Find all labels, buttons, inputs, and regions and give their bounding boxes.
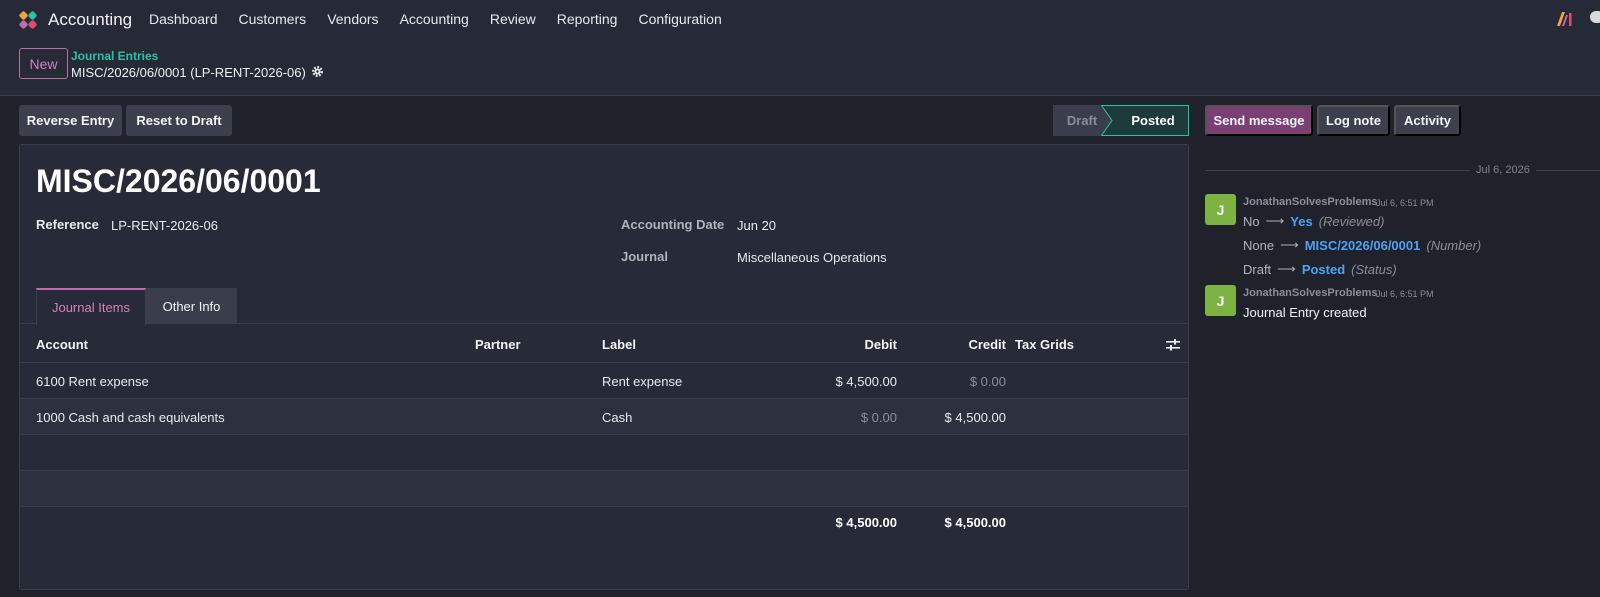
cell-account: 6100 Rent expense: [36, 374, 149, 389]
date-separator: Jul 6, 2026: [1470, 164, 1536, 176]
cell-label: Rent expense: [602, 374, 683, 389]
ai-icon[interactable]: [1556, 11, 1574, 27]
tab-journal-items[interactable]: Journal Items: [36, 288, 146, 325]
main-menu: Dashboard Customers Vendors Accounting R…: [149, 11, 743, 27]
date-separator-line: [1205, 170, 1600, 171]
notebook-tabs: Journal Items Other Info: [20, 288, 1188, 325]
log-note-button[interactable]: Log note: [1317, 105, 1390, 136]
tracking-old-value: Draft: [1243, 261, 1272, 277]
status-bar: Draft Posted: [1053, 105, 1189, 136]
reverse-entry-button[interactable]: Reverse Entry: [19, 105, 122, 136]
total-debit: $ 4,500.00: [835, 515, 897, 530]
avatar[interactable]: J: [1205, 194, 1236, 225]
reset-to-draft-button[interactable]: Reset to Draft: [126, 105, 232, 136]
tracking-line: No ⟶ Yes (Reviewed): [1243, 213, 1384, 229]
tracking-field: (Reviewed): [1318, 213, 1385, 229]
table-row[interactable]: 6100 Rent expense Rent expense $ 4,500.0…: [20, 363, 1188, 399]
reference-field[interactable]: LP-RENT-2026-06: [111, 218, 218, 233]
tab-other-info[interactable]: Other Info: [146, 288, 237, 324]
tracking-line: None ⟶ MISC/2026/06/0001 (Number): [1243, 237, 1481, 253]
send-message-button[interactable]: Send message: [1205, 105, 1313, 136]
reference-label: Reference: [36, 217, 99, 232]
app-name[interactable]: Accounting: [48, 10, 132, 30]
arrow-right-icon: ⟶: [1280, 237, 1299, 252]
tracking-new-value: MISC/2026/06/0001: [1304, 237, 1421, 253]
top-navbar: Accounting Dashboard Customers Vendors A…: [0, 0, 1600, 39]
menu-configuration[interactable]: Configuration: [638, 11, 721, 27]
table-header: Account Partner Label Debit Credit Tax G…: [20, 325, 1188, 363]
cell-debit: $ 0.00: [860, 410, 897, 425]
col-account[interactable]: Account: [36, 337, 88, 352]
table-row[interactable]: 1000 Cash and cash equivalents Cash $ 0.…: [20, 399, 1188, 435]
breadcrumb-current: MISC/2026/06/0001 (LP-RENT-2026-06): [71, 65, 306, 80]
form-sheet: MISC/2026/06/0001 Reference LP-RENT-2026…: [19, 144, 1189, 590]
message-author[interactable]: JonathanSolvesProblems: [1243, 287, 1378, 299]
accounting-date-label: Accounting Date: [621, 217, 725, 232]
arrow-right-icon: ⟶: [1265, 213, 1285, 228]
col-debit[interactable]: Debit: [800, 337, 898, 352]
journal-field[interactable]: Miscellaneous Operations: [737, 250, 887, 265]
col-credit[interactable]: Credit: [910, 337, 1006, 352]
journal-label: Journal: [621, 249, 668, 264]
message-body: Journal Entry created: [1243, 305, 1367, 320]
tracking-line: Draft ⟶ Posted (Status): [1243, 261, 1397, 277]
menu-reporting[interactable]: Reporting: [557, 11, 618, 27]
activity-button[interactable]: Activity: [1394, 105, 1461, 136]
accounting-app-icon[interactable]: [18, 10, 38, 30]
tracking-new-value: Yes: [1290, 213, 1313, 229]
arrow-right-icon: ⟶: [1277, 261, 1296, 276]
messaging-icon[interactable]: [1590, 11, 1600, 23]
status-posted-label: Posted: [1131, 113, 1175, 128]
col-tax-grids[interactable]: Tax Grids: [1015, 337, 1074, 352]
optional-columns-icon[interactable]: [1166, 339, 1180, 351]
new-button[interactable]: New: [19, 48, 68, 79]
table-row-empty[interactable]: [20, 471, 1188, 507]
status-posted[interactable]: Posted: [1101, 105, 1189, 136]
tracking-old-value: None: [1243, 237, 1275, 253]
tracking-old-value: No: [1243, 213, 1260, 229]
tracking-new-value: Posted: [1301, 261, 1346, 277]
accounting-date-field[interactable]: Jun 20: [737, 218, 776, 233]
cell-label: Cash: [602, 410, 633, 425]
tracking-field: (Number): [1426, 237, 1482, 253]
cell-credit: $ 4,500.00: [944, 410, 1006, 425]
menu-review[interactable]: Review: [490, 11, 536, 27]
cell-account: 1000 Cash and cash equivalents: [36, 410, 225, 425]
entry-title: MISC/2026/06/0001: [36, 163, 321, 199]
table-row-empty[interactable]: [20, 435, 1188, 471]
cell-credit: $ 0.00: [969, 374, 1006, 389]
col-label[interactable]: Label: [602, 337, 636, 352]
cell-debit: $ 4,500.00: [835, 374, 897, 389]
total-credit: $ 4,500.00: [944, 515, 1006, 530]
col-partner[interactable]: Partner: [475, 337, 521, 352]
breadcrumb-parent[interactable]: Journal Entries: [71, 49, 158, 63]
avatar[interactable]: J: [1205, 285, 1236, 316]
control-panel: New Journal Entries MISC/2026/06/0001 (L…: [0, 39, 1600, 96]
menu-accounting[interactable]: Accounting: [400, 11, 469, 27]
message-time: Jul 6, 6:51 PM: [1376, 289, 1434, 299]
menu-customers[interactable]: Customers: [239, 11, 307, 27]
message-time: Jul 6, 6:51 PM: [1376, 198, 1434, 208]
gear-icon[interactable]: [311, 65, 324, 78]
tracking-field: (Status): [1351, 261, 1397, 277]
message-author[interactable]: JonathanSolvesProblems: [1243, 196, 1378, 208]
menu-dashboard[interactable]: Dashboard: [149, 11, 218, 27]
menu-vendors[interactable]: Vendors: [327, 11, 378, 27]
